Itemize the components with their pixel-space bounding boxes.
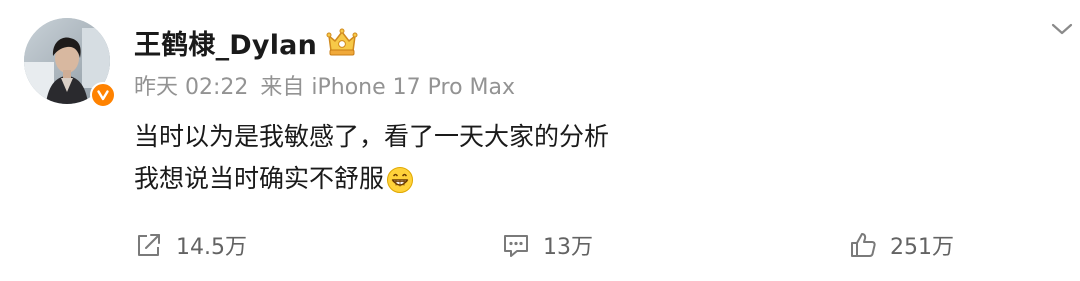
post-content: 当时以为是我敏感了，看了一天大家的分析 我想说当时确实不舒服 <box>134 116 609 200</box>
author-row: 王鹤棣_Dylan <box>134 22 359 62</box>
like-button[interactable]: 251万 <box>848 228 954 262</box>
repost-count: 14.5万 <box>176 235 247 260</box>
post-text-line-1: 当时以为是我敏感了，看了一天大家的分析 <box>134 122 610 151</box>
crown-member-icon[interactable] <box>325 27 359 57</box>
repost-icon <box>138 234 160 256</box>
repost-button[interactable]: 14.5万 <box>134 228 247 262</box>
post-time: 昨天 02:22 <box>134 75 249 100</box>
post-content-line: 我想说当时确实不舒服 <box>134 158 609 200</box>
comment-button[interactable]: 13万 <box>501 228 593 262</box>
author-name[interactable]: 王鹤棣_Dylan <box>134 23 317 62</box>
verified-badge-icon <box>90 82 116 108</box>
grinning-face-icon <box>386 165 414 193</box>
post-meta: 昨天 02:22 来自 iPhone 17 Pro Max <box>134 70 515 100</box>
thumbs-up-icon <box>851 233 876 257</box>
post-content-line: 当时以为是我敏感了，看了一天大家的分析 <box>134 116 609 158</box>
avatar-container[interactable] <box>24 18 116 110</box>
post-source: 来自 iPhone 17 Pro Max <box>260 75 516 100</box>
comment-icon <box>504 235 528 257</box>
weibo-post-card: 王鹤棣_Dylan 昨天 02:22 来自 iPhone 17 Pro Max … <box>0 0 1080 281</box>
post-text-line-2: 我想说当时确实不舒服 <box>134 164 385 193</box>
like-count: 251万 <box>890 235 954 260</box>
comment-count: 13万 <box>543 235 593 260</box>
chevron-down-icon[interactable] <box>1050 20 1074 38</box>
